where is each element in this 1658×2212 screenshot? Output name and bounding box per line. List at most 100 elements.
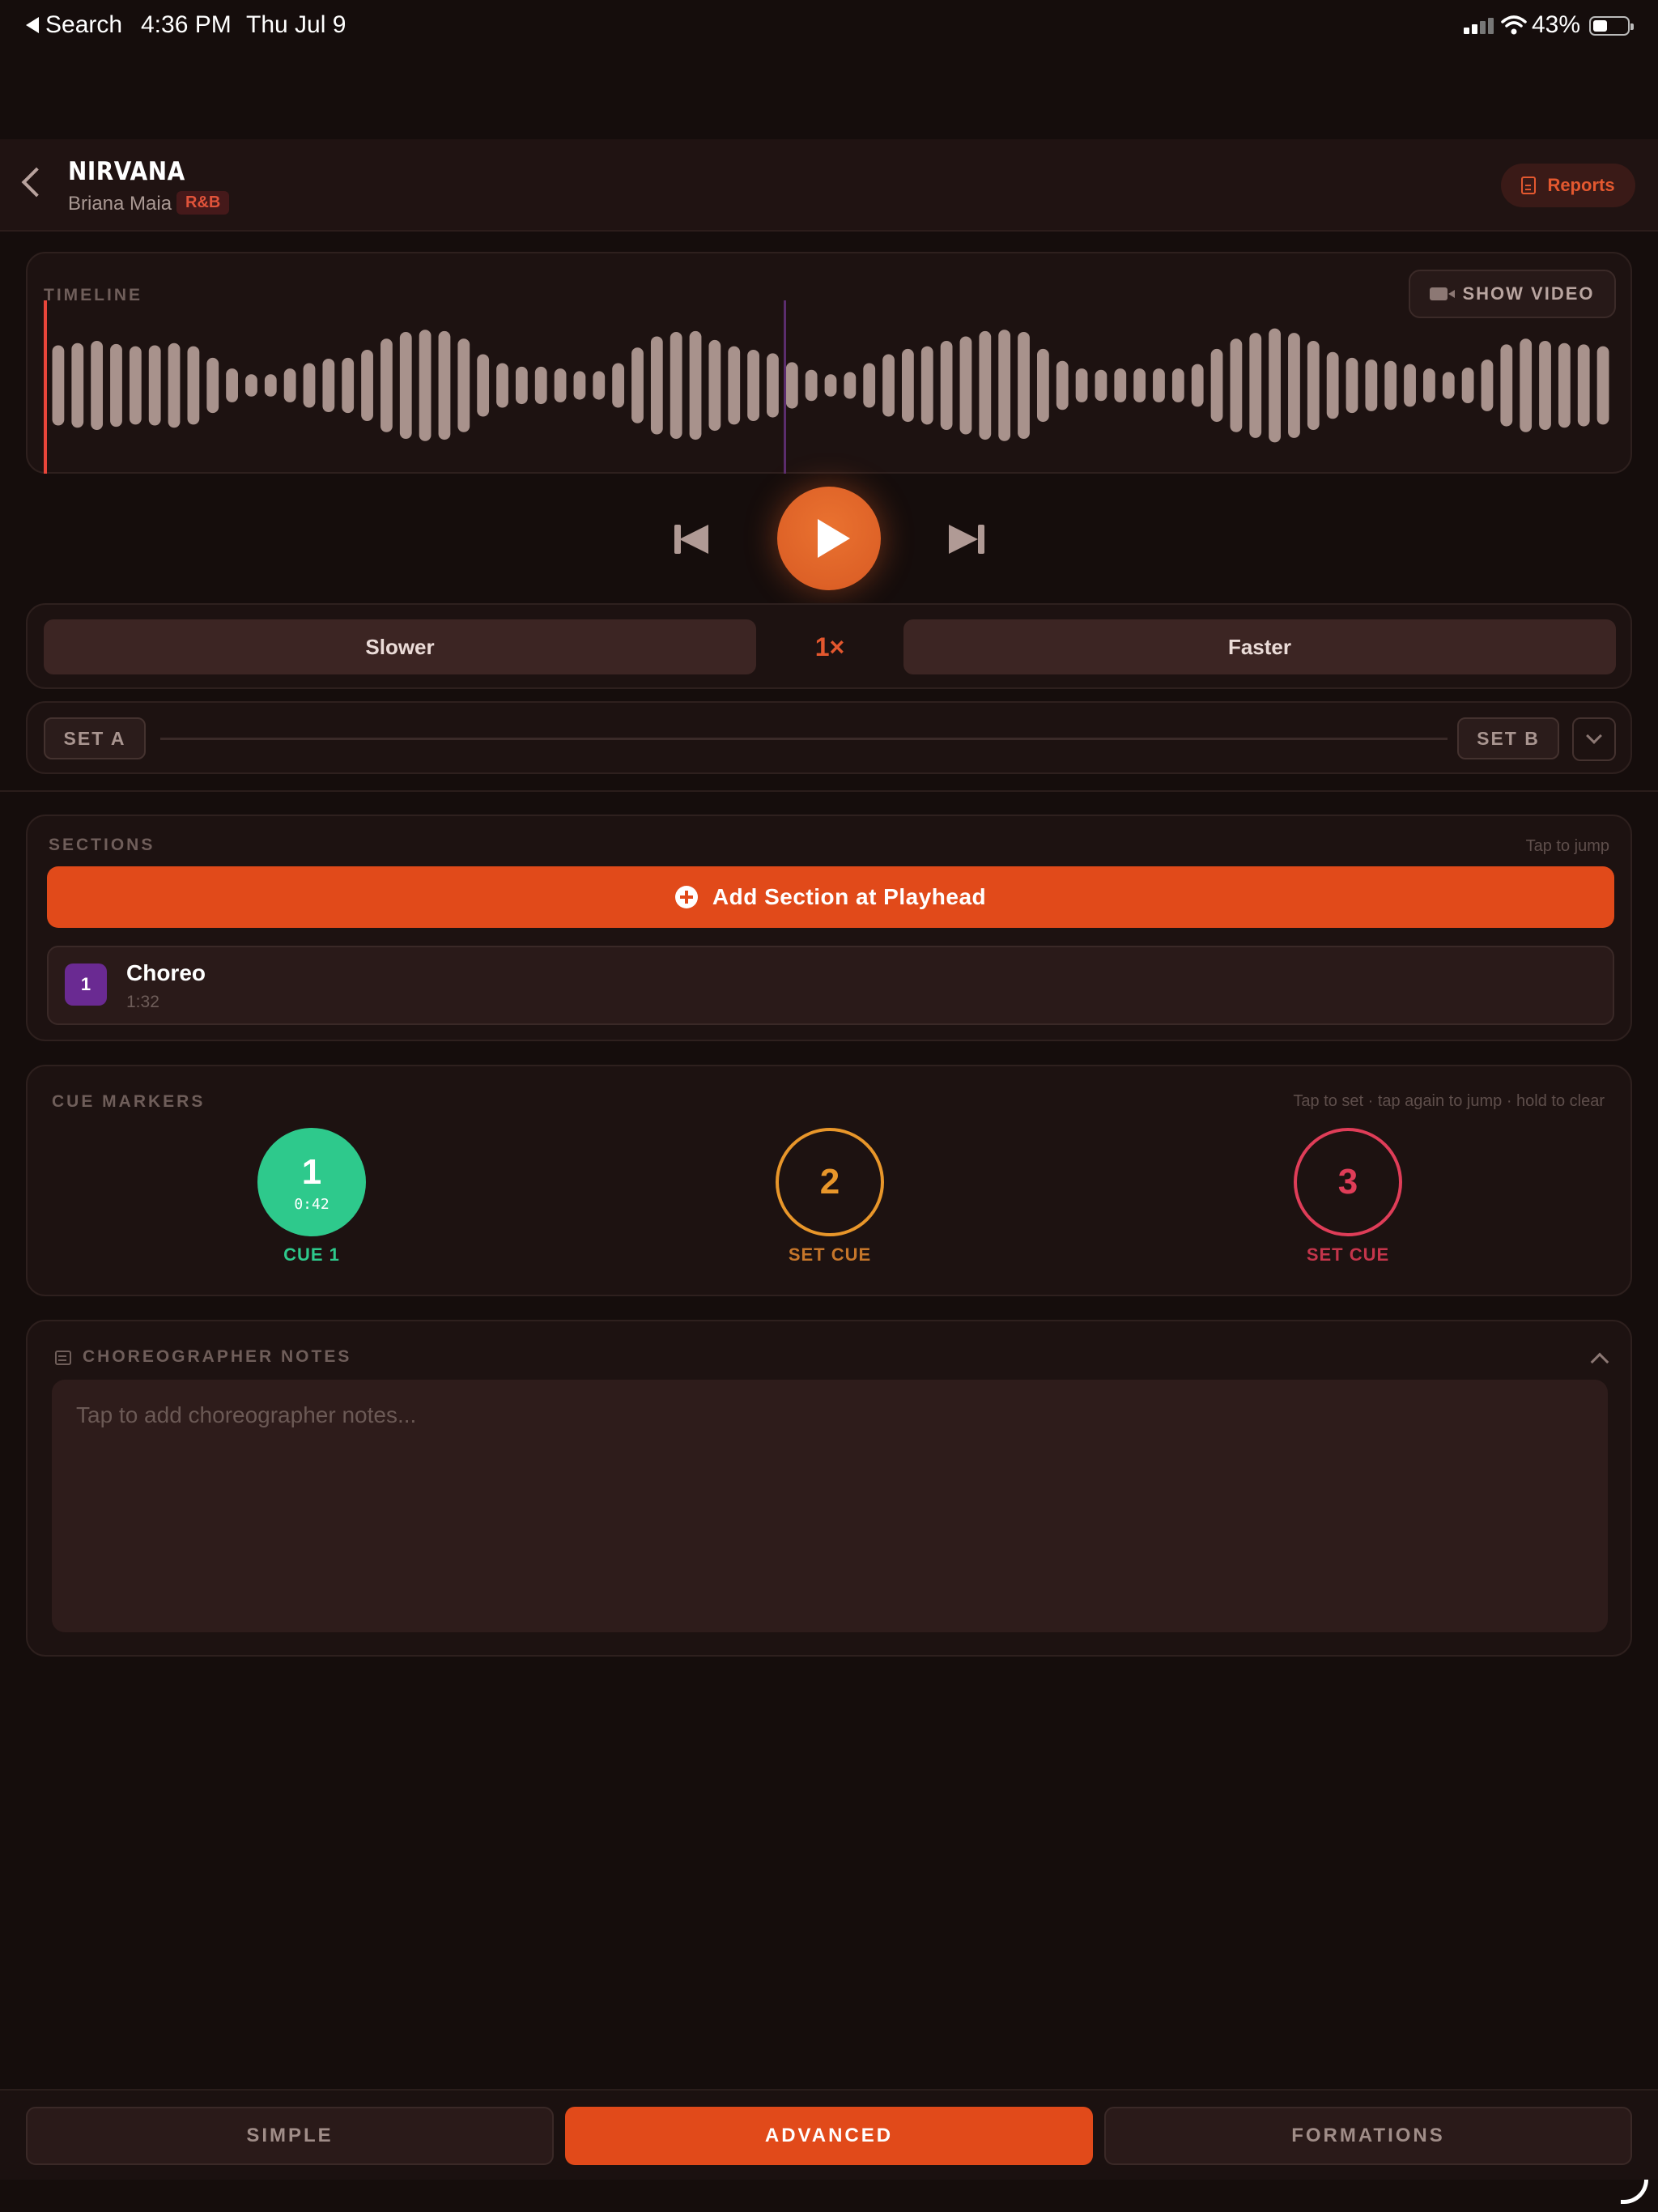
skip-back-button[interactable] — [674, 525, 712, 554]
waveform-bar — [1539, 341, 1551, 430]
cue-2-button[interactable]: 2 — [776, 1128, 884, 1236]
play-icon — [818, 519, 850, 558]
faster-button[interactable]: Faster — [903, 619, 1616, 674]
reports-button[interactable]: Reports — [1501, 164, 1635, 207]
plus-circle-icon — [674, 886, 698, 908]
waveform-bar — [979, 330, 992, 440]
waveform-bar — [303, 363, 316, 408]
waveform-bar — [438, 330, 451, 440]
timeline-label: TIMELINE — [44, 286, 142, 304]
waveform-bar — [1461, 368, 1474, 403]
skip-forward-icon — [978, 525, 984, 554]
mode-tab-bar: SIMPLE ADVANCED FORMATIONS — [0, 2089, 1658, 2180]
notes-textarea[interactable] — [52, 1380, 1608, 1632]
skip-forward-button[interactable] — [947, 525, 984, 554]
resize-handle-icon — [1621, 2180, 1648, 2204]
cue-markers-label: CUE MARKERS — [52, 1092, 206, 1111]
waveform-bar — [91, 341, 104, 430]
waveform-bar — [1230, 338, 1243, 432]
cue-3-button[interactable]: 3 — [1294, 1128, 1402, 1236]
waveform-bar — [168, 342, 181, 428]
waveform-bar — [689, 330, 702, 440]
set-a-button[interactable]: SET A — [44, 717, 146, 759]
waveform-bar — [1558, 342, 1571, 428]
waveform-bar — [515, 366, 528, 405]
waveform-bar — [863, 363, 876, 408]
waveform-bar — [419, 330, 432, 441]
back-app-label: Search — [45, 11, 123, 38]
waveform-bar — [283, 368, 296, 402]
waveform-bar — [1365, 359, 1378, 411]
section-item[interactable]: 1 Choreo 1:32 — [47, 946, 1614, 1025]
waveform-bar — [496, 363, 508, 408]
back-chevron-icon[interactable] — [21, 167, 52, 198]
waveform-bar — [1384, 360, 1397, 410]
waveform-bar — [1442, 372, 1455, 399]
tab-advanced[interactable]: ADVANCED — [565, 2107, 1093, 2165]
waveform-bar — [245, 374, 257, 397]
waveform-bar — [457, 338, 470, 432]
speed-value: 1× — [814, 632, 845, 661]
waveform-bar — [824, 374, 837, 397]
waveform-bar — [708, 339, 721, 432]
show-video-label: SHOW VIDEO — [1462, 283, 1595, 304]
back-triangle-icon — [26, 17, 39, 33]
waveform-bar — [767, 353, 779, 418]
waveform-bar — [844, 372, 857, 399]
section-time: 1:32 — [126, 993, 159, 1011]
waveform-bar — [1520, 338, 1533, 432]
waveform-bar — [1036, 348, 1049, 423]
waveform-bar — [631, 347, 644, 423]
waveform-bar — [1018, 332, 1030, 439]
show-video-button[interactable]: SHOW VIDEO — [1409, 270, 1616, 318]
tab-formations[interactable]: FORMATIONS — [1104, 2107, 1632, 2165]
back-to-app[interactable]: Search — [26, 11, 122, 39]
waveform-bar — [1056, 360, 1069, 410]
playhead-line[interactable] — [44, 300, 47, 474]
cue-number: 2 — [819, 1162, 840, 1202]
set-b-button[interactable]: SET B — [1457, 717, 1559, 759]
choreographer-notes-card: CHOREOGRAPHER NOTES — [26, 1320, 1632, 1657]
tab-simple[interactable]: SIMPLE — [26, 2107, 554, 2165]
waveform-bar — [573, 371, 586, 400]
waveform-bar — [342, 357, 355, 414]
slower-button[interactable]: Slower — [44, 619, 756, 674]
document-icon — [1521, 177, 1537, 194]
genre-badge: R&B — [176, 191, 230, 215]
waveform-bar — [1307, 341, 1320, 430]
loop-expand-button[interactable] — [1572, 717, 1616, 761]
notes-icon — [55, 1351, 71, 1365]
reports-label: Reports — [1547, 175, 1615, 195]
loop-range-track[interactable] — [160, 738, 1448, 740]
waveform-bar — [1404, 364, 1416, 407]
waveform-bar — [148, 345, 161, 426]
waveform[interactable] — [28, 253, 1634, 475]
waveform-bar — [1210, 348, 1223, 423]
cue-2-label: SET CUE — [788, 1244, 872, 1265]
waveform-bar — [902, 348, 914, 423]
waveform-bar — [1269, 328, 1281, 443]
cue-1-button[interactable]: 1 0:42 — [257, 1128, 366, 1236]
waveform-bar — [805, 369, 818, 402]
timeline-card: TIMELINE SHOW VIDEO — [26, 252, 1632, 474]
play-button[interactable] — [777, 487, 881, 590]
video-camera-icon — [1430, 287, 1456, 300]
waveform-bar — [110, 343, 122, 428]
waveform-bar — [1481, 359, 1494, 411]
speed-control: Slower 1× Faster — [26, 603, 1632, 689]
waveform-bar — [129, 346, 142, 425]
waveform-bar — [650, 336, 663, 435]
waveform-bar — [920, 346, 933, 425]
waveform-bar — [1249, 333, 1262, 438]
sections-hint: Tap to jump — [1525, 837, 1609, 855]
cellular-signal-icon — [1464, 18, 1494, 34]
waveform-bar — [399, 332, 412, 439]
ab-loop-control: SET A SET B — [26, 701, 1632, 774]
cue-time: 0:42 — [294, 1195, 329, 1213]
waveform-bar — [1114, 368, 1127, 402]
chevron-up-icon[interactable] — [1590, 1352, 1609, 1372]
waveform-bar — [380, 338, 393, 432]
add-section-button[interactable]: Add Section at Playhead — [47, 866, 1614, 928]
waveform-bar — [1288, 333, 1300, 438]
waveform-bar — [206, 357, 219, 414]
